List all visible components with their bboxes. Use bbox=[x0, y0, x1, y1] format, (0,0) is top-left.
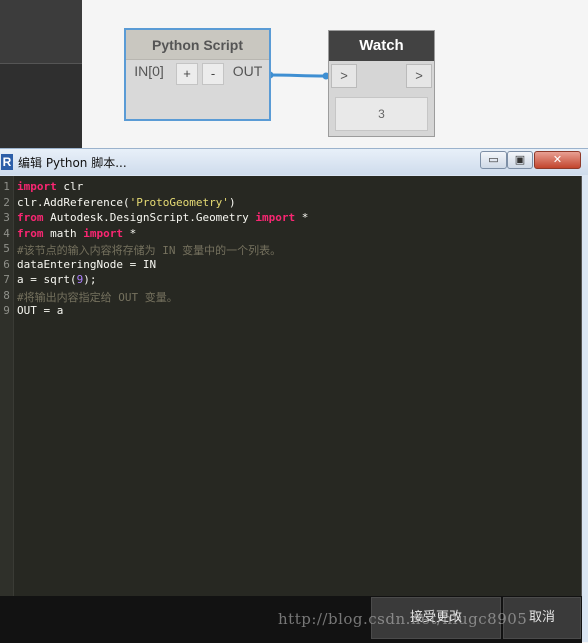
line-number: 2 bbox=[3, 196, 10, 209]
code-line[interactable]: from Autodesk.DesignScript.Geometry impo… bbox=[17, 211, 308, 224]
code-line[interactable]: clr.AddReference('ProtoGeometry') bbox=[17, 196, 236, 209]
maximize-button[interactable]: ▣ bbox=[507, 151, 533, 169]
line-number: 4 bbox=[3, 227, 10, 240]
output-port-out[interactable]: OUT bbox=[226, 63, 269, 87]
code-editor[interactable]: 1 2 3 4 5 6 7 8 9 import clr clr.AddRefer… bbox=[0, 176, 582, 596]
code-line[interactable]: a = sqrt(9); bbox=[17, 273, 96, 286]
python-script-node[interactable]: Python Script IN[0] + - OUT bbox=[124, 28, 271, 121]
remove-input-button[interactable]: - bbox=[202, 63, 224, 85]
node-ports: IN[0] + - OUT bbox=[126, 60, 269, 90]
input-port-in0[interactable]: IN[0] bbox=[128, 63, 170, 87]
code-line[interactable]: #将输出内容指定给 OUT 变量。 bbox=[17, 289, 178, 305]
line-number: 6 bbox=[3, 258, 10, 271]
minimize-button[interactable]: ▭ bbox=[480, 151, 507, 169]
watch-input-port[interactable]: > bbox=[331, 64, 357, 88]
close-button[interactable]: ✕ bbox=[534, 151, 581, 169]
line-number: 9 bbox=[3, 304, 10, 317]
add-input-button[interactable]: + bbox=[176, 63, 198, 85]
window-title: 编辑 Python 脚本... bbox=[18, 156, 127, 170]
line-number: 7 bbox=[3, 273, 10, 286]
connector-wire[interactable] bbox=[0, 0, 588, 148]
watch-node[interactable]: Watch > > 3 bbox=[328, 30, 435, 137]
line-number: 8 bbox=[3, 289, 10, 302]
code-line[interactable]: OUT = a bbox=[17, 304, 63, 317]
watch-value: 3 bbox=[335, 97, 428, 131]
node-title: Watch bbox=[329, 31, 434, 61]
code-line[interactable]: #该节点的输入内容将存储为 IN 变量中的一个列表。 bbox=[17, 242, 281, 258]
python-editor-window: R 编辑 Python 脚本... ▭ ▣ ✕ 1 2 3 4 5 6 7 8 … bbox=[0, 148, 588, 643]
line-number: 1 bbox=[3, 180, 10, 193]
graph-canvas[interactable]: Python Script IN[0] + - OUT Watch > > 3 bbox=[0, 0, 588, 148]
line-number: 3 bbox=[3, 211, 10, 224]
line-number-gutter: 1 2 3 4 5 6 7 8 9 bbox=[0, 176, 14, 596]
code-line[interactable]: import clr bbox=[17, 180, 83, 193]
line-number: 5 bbox=[3, 242, 10, 255]
node-title: Python Script bbox=[126, 30, 269, 60]
window-titlebar[interactable]: R 编辑 Python 脚本... ▭ ▣ ✕ bbox=[0, 149, 588, 175]
code-line[interactable]: from math import * bbox=[17, 227, 136, 240]
watermark: http://blog.csdn.net/niugc8905 bbox=[278, 610, 528, 628]
revit-app-icon: R bbox=[1, 154, 13, 170]
code-line[interactable]: dataEnteringNode = IN bbox=[17, 258, 156, 271]
watch-output-port[interactable]: > bbox=[406, 64, 432, 88]
